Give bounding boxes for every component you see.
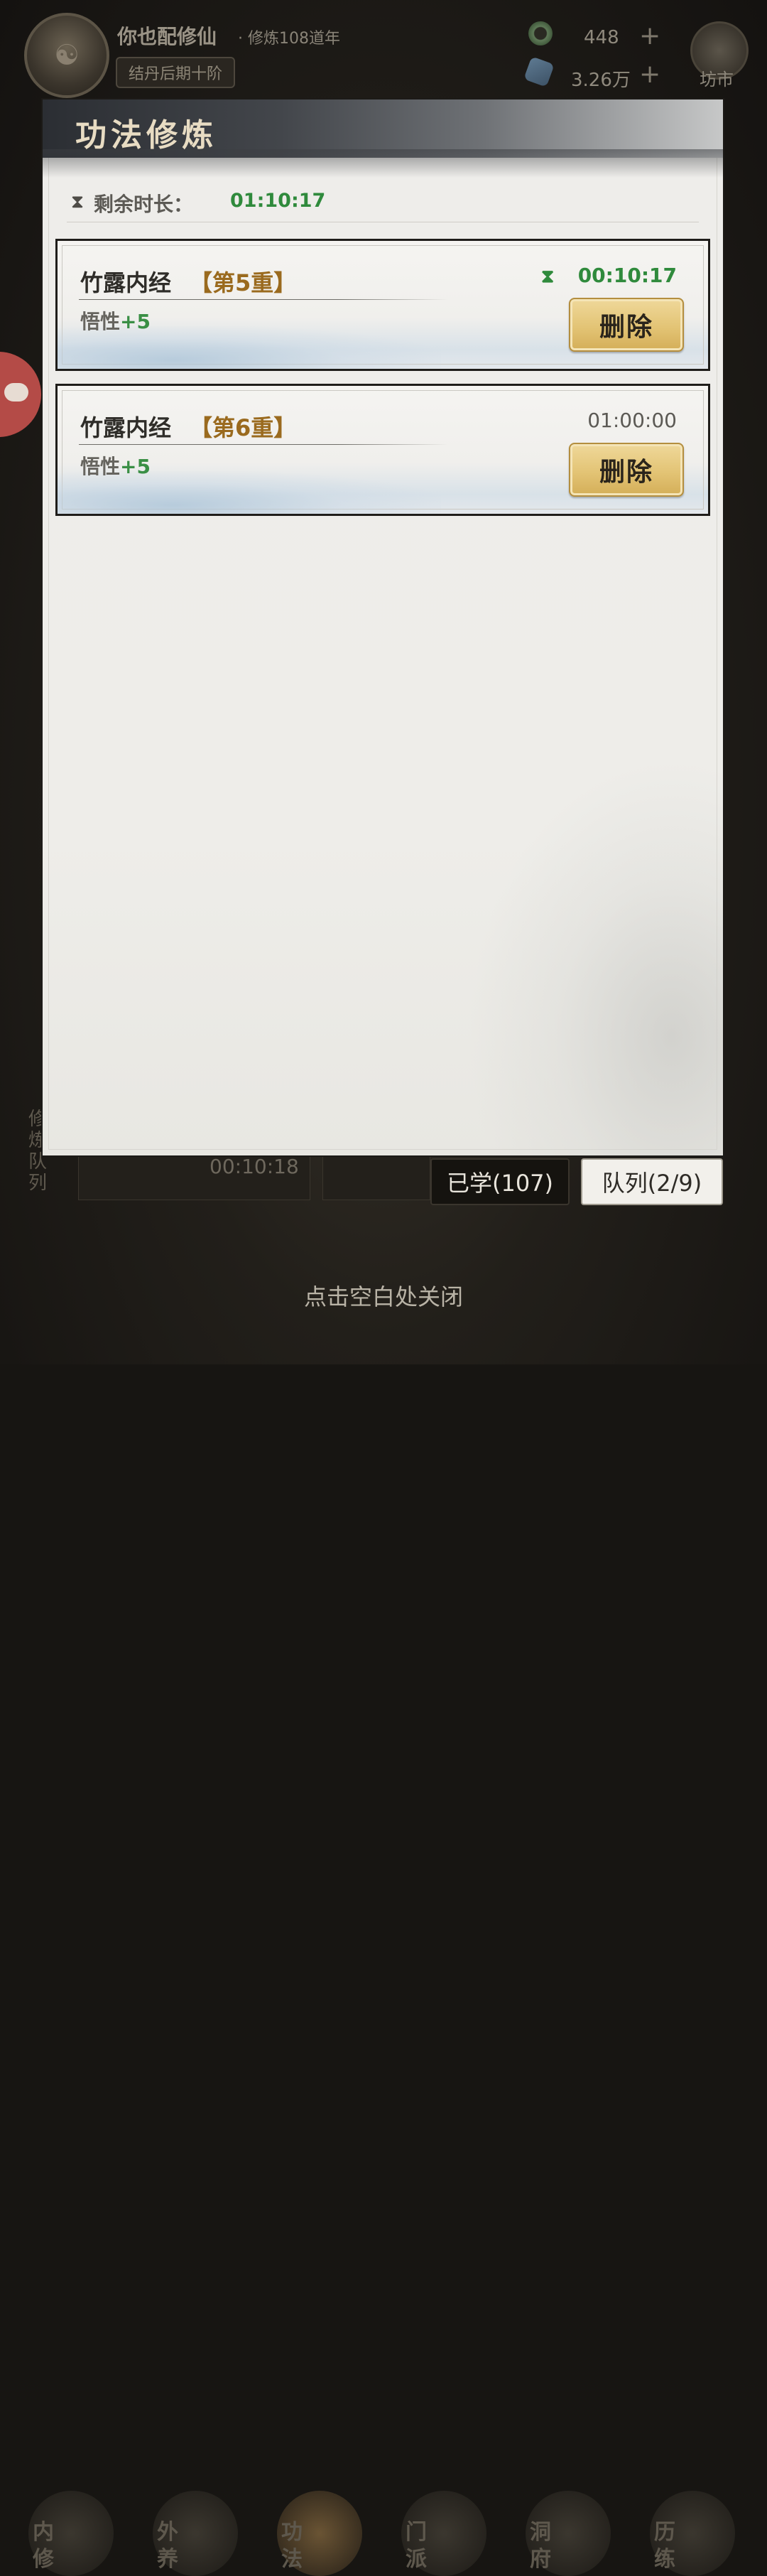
nav-inner-cultivation[interactable]: 内修 — [28, 2491, 114, 2576]
add-jade-button[interactable]: + — [639, 21, 660, 50]
nav-sect[interactable]: 门派 — [401, 2491, 486, 2576]
item-time-value: 01:00:00 — [587, 409, 677, 432]
nav-trials[interactable]: 历练 — [650, 2491, 735, 2576]
stat-bonus: 悟性+5 — [80, 306, 151, 335]
divider — [79, 299, 448, 300]
ink-mountain-decoration — [467, 758, 723, 1155]
delete-button[interactable]: 删除 — [569, 443, 684, 497]
nav-outer-nurture[interactable]: 外养 — [153, 2491, 238, 2576]
spirit-stone-count: 3.26万 — [571, 70, 631, 91]
stat-bonus-value: +5 — [120, 455, 151, 478]
queue-item: 竹露内经 【第6重】 悟性+5 01:00:00 删除 — [55, 384, 710, 516]
realm-badge: 结丹后期十阶 — [116, 57, 236, 88]
jade-count: 448 — [584, 27, 619, 48]
technique-name: 竹露内经 — [80, 414, 172, 441]
player-cultivation-years: · 修炼108道年 — [238, 30, 340, 48]
close-hint[interactable]: 点击空白处关闭 — [0, 1279, 767, 1312]
technique-level: 【第6重】 — [190, 414, 297, 441]
nav-cave-dwelling[interactable]: 洞府 — [526, 2491, 611, 2576]
spirit-stone-icon — [523, 56, 555, 87]
remaining-time-label: 剩余时长： — [94, 193, 194, 216]
stat-label: 悟性 — [80, 310, 121, 333]
item-timer: ⧗ 00:10:17 — [541, 264, 677, 287]
hourglass-icon: ⧗ — [70, 191, 85, 212]
queue-item: 竹露内经 【第5重】 悟性+5 ⧗ 00:10:17 删除 — [55, 239, 710, 371]
market-label: 坊市 — [700, 70, 734, 90]
player-name: 你也配修仙 — [117, 25, 217, 48]
remaining-time-value: 01:10:17 — [230, 190, 326, 212]
tab-learned[interactable]: 已学(107) — [430, 1158, 570, 1205]
stat-label: 悟性 — [80, 455, 121, 478]
nav-techniques[interactable]: 功法 — [277, 2491, 362, 2576]
delete-button[interactable]: 删除 — [569, 298, 684, 352]
tab-queue[interactable]: 队列(2/9) — [581, 1158, 723, 1205]
queue-slot — [322, 1155, 430, 1200]
queue-slot-time: 00:10:18 — [210, 1155, 299, 1178]
panel-header: 功法修炼 — [43, 99, 723, 178]
technique-name: 竹露内经 — [80, 269, 172, 296]
technique-level: 【第5重】 — [190, 269, 297, 296]
jade-ring-icon — [528, 21, 553, 45]
item-time-value: 00:10:17 — [577, 264, 677, 287]
remaining-time-row: ⧗ 剩余时长： 01:10:17 — [67, 189, 699, 222]
hourglass-icon: ⧗ — [540, 266, 555, 287]
player-avatar[interactable]: ☯ — [24, 13, 109, 98]
technique-cultivation-panel: 功法修炼 ⧗ 剩余时长： 01:10:17 竹露内经 【第5重】 悟性+5 ⧗ … — [43, 99, 723, 1155]
stat-bonus: 悟性+5 — [80, 451, 151, 480]
divider — [79, 444, 448, 445]
stat-bonus-value: +5 — [120, 310, 151, 333]
top-bar: ☯ 你也配修仙 · 修炼108道年 结丹后期十阶 448 + 3.26万 + 坊… — [0, 0, 767, 99]
add-spirit-stone-button[interactable]: + — [639, 60, 660, 89]
panel-title: 功法修炼 — [75, 117, 217, 153]
